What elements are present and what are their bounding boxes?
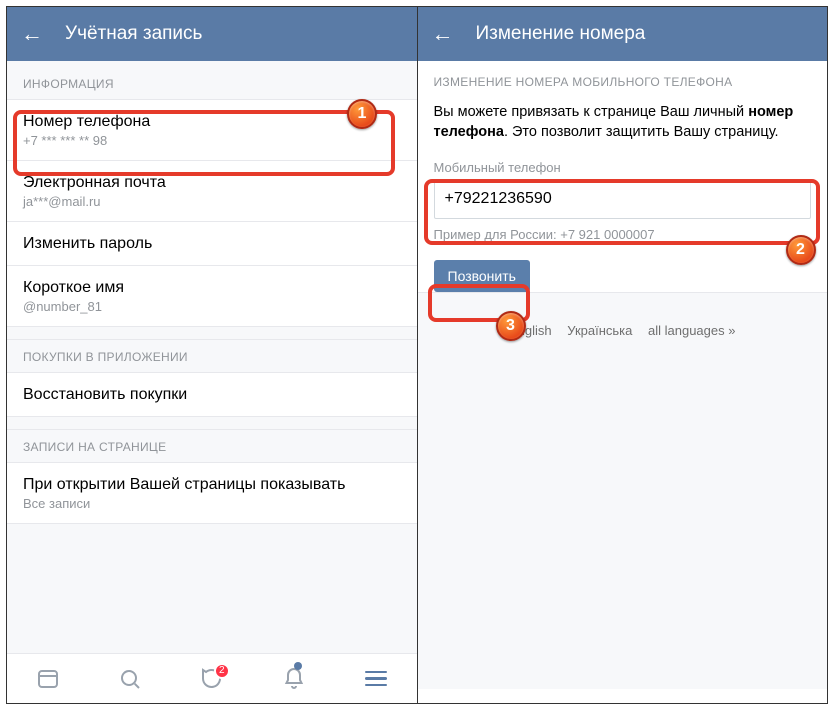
section-header-wall: ЗАПИСИ НА СТРАНИЦЕ [7, 430, 417, 462]
nav-feed-icon[interactable] [36, 667, 60, 691]
appbar: ← Изменение номера [418, 7, 828, 61]
row-email-value: ja***@mail.ru [23, 194, 401, 209]
description: Вы можете привязать к странице Ваш личны… [434, 103, 812, 142]
nav-messages-icon[interactable]: 2 [200, 667, 224, 691]
nav-search-icon[interactable] [118, 667, 142, 691]
row-phone-value: +7 *** *** ** 98 [23, 133, 401, 148]
row-wall[interactable]: При открытии Вашей страницы показывать В… [7, 462, 417, 524]
appbar: ← Учётная запись [7, 7, 417, 61]
back-icon[interactable]: ← [21, 23, 43, 45]
phone-input[interactable] [434, 179, 812, 219]
row-restore[interactable]: Восстановить покупки [7, 372, 417, 416]
row-wall-value: Все записи [23, 496, 401, 511]
row-shortname-value: @number_81 [23, 299, 401, 314]
lang-ukrainian[interactable]: Українська [567, 323, 632, 338]
row-password-label: Изменить пароль [23, 235, 401, 253]
subtitle: ИЗМЕНЕНИЕ НОМЕРА МОБИЛЬНОГО ТЕЛЕФОНА [434, 75, 812, 89]
row-wall-label: При открытии Вашей страницы показывать [23, 476, 401, 494]
back-icon[interactable]: ← [432, 23, 454, 45]
bottom-nav: 2 [7, 653, 417, 703]
row-password[interactable]: Изменить пароль [7, 222, 417, 266]
field-label: Мобильный телефон [434, 160, 812, 175]
row-phone[interactable]: Номер телефона +7 *** *** ** 98 [7, 99, 417, 161]
row-phone-label: Номер телефона [23, 113, 401, 131]
appbar-title: Учётная запись [65, 23, 202, 45]
language-bar: English Українська all languages » [418, 292, 828, 689]
lang-english[interactable]: English [509, 323, 552, 338]
row-restore-label: Восстановить покупки [23, 386, 401, 404]
section-header-info: ИНФОРМАЦИЯ [7, 61, 417, 99]
row-email-label: Электронная почта [23, 174, 401, 192]
screen-change-number: ← Изменение номера ИЗМЕНЕНИЕ НОМЕРА МОБИ… [418, 7, 828, 703]
row-email[interactable]: Электронная почта ja***@mail.ru [7, 161, 417, 222]
messages-badge: 2 [214, 663, 230, 679]
section-header-purchases: ПОКУПКИ В ПРИЛОЖЕНИИ [7, 340, 417, 372]
nav-menu-icon[interactable] [364, 667, 388, 691]
notifications-dot [294, 662, 302, 670]
screen-account: ← Учётная запись ИНФОРМАЦИЯ Номер телефо… [7, 7, 418, 703]
nav-notifications-icon[interactable] [282, 667, 306, 691]
lang-all[interactable]: all languages » [648, 323, 735, 338]
call-button[interactable]: Позвонить [434, 260, 530, 292]
row-shortname-label: Короткое имя [23, 279, 401, 297]
field-hint: Пример для России: +7 921 0000007 [434, 227, 812, 242]
appbar-title: Изменение номера [476, 23, 646, 45]
row-shortname[interactable]: Короткое имя @number_81 [7, 266, 417, 326]
